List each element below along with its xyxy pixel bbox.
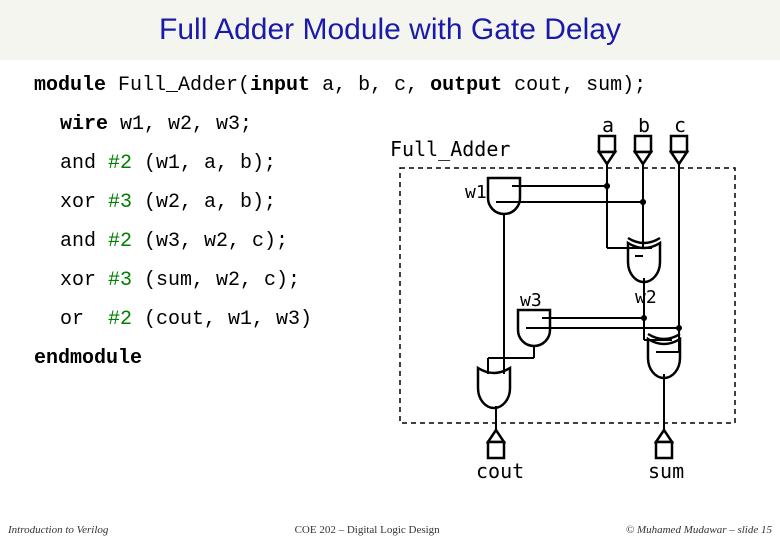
pin-c — [671, 136, 687, 164]
module-label: Full_Adder — [390, 137, 510, 161]
pin-b — [635, 136, 651, 164]
module-box — [400, 168, 735, 423]
label-w2: w2 — [635, 287, 657, 308]
label-sum: sum — [648, 459, 684, 483]
footer-left: Introduction to Verilog — [8, 524, 108, 536]
circuit-diagram: Full_Adder a b c w1 w2 w3 cout s — [380, 118, 755, 488]
code-module-decl: module Full_Adder(input a, b, c, output … — [34, 74, 746, 97]
page-title: Full Adder Module with Gate Delay — [159, 13, 621, 47]
footer-right: © Muhamed Mudawar – slide 15 — [626, 524, 772, 536]
footer: Introduction to Verilog COE 202 – Digita… — [0, 524, 780, 536]
footer-mid: COE 202 – Digital Logic Design — [108, 524, 625, 536]
pin-sum — [656, 430, 672, 458]
label-w3: w3 — [520, 290, 542, 311]
pin-cout — [488, 430, 504, 458]
label-b: b — [638, 118, 650, 137]
label-w1: w1 — [465, 182, 487, 203]
title-bar: Full Adder Module with Gate Delay — [0, 0, 780, 60]
full-adder-svg: Full_Adder a b c w1 w2 w3 cout s — [380, 118, 755, 488]
label-c: c — [674, 118, 686, 137]
and-gate-w1 — [488, 178, 520, 214]
label-a: a — [602, 118, 614, 137]
or-gate-cout — [478, 368, 510, 408]
pin-a — [599, 136, 615, 164]
label-cout: cout — [476, 459, 524, 483]
